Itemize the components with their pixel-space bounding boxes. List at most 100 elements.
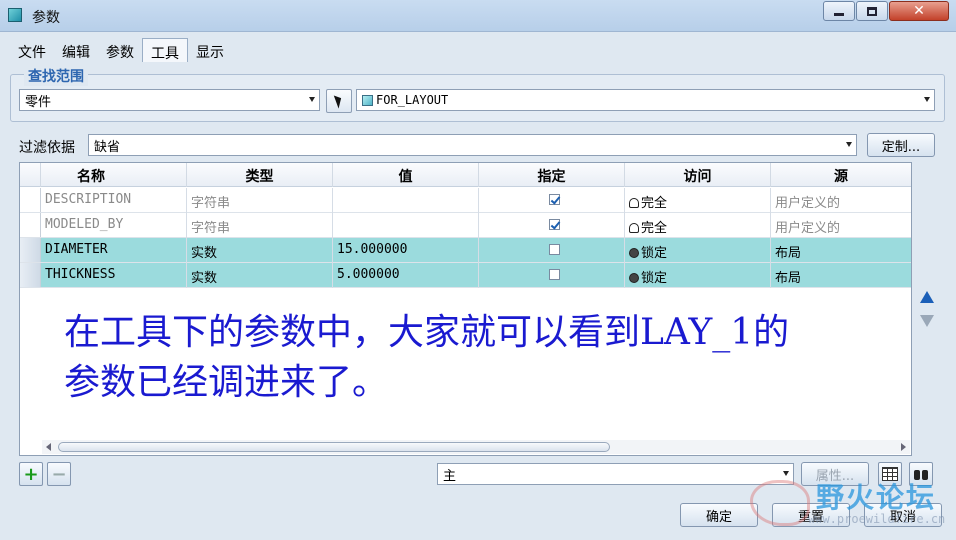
designate-checkbox[interactable] (549, 269, 560, 280)
cell-name[interactable]: DESCRIPTION (41, 188, 187, 213)
scope-object-select[interactable]: FOR_LAYOUT (356, 89, 935, 111)
pointer-icon (333, 93, 345, 109)
access-value: 完全 (641, 221, 668, 236)
cell-designate (479, 213, 625, 238)
scope-type-value: 零件 (25, 94, 52, 110)
cell-designate (479, 238, 625, 263)
menu-edit[interactable]: 编辑 (54, 38, 98, 62)
app-icon (8, 8, 22, 22)
annotation-line-1: 在工具下的参数中，大家就可以看到LAY_1的 (64, 312, 790, 353)
header-source[interactable]: 源 (771, 163, 911, 187)
header-access[interactable]: 访问 (625, 163, 771, 187)
access-value: 锁定 (641, 246, 668, 261)
annotation-line-2: 参数已经调进来了。 (64, 362, 389, 403)
maximize-button[interactable] (856, 1, 888, 21)
table-row[interactable]: DIAMETER 实数 15.000000 锁定 布局 (20, 238, 911, 263)
header-name[interactable]: 名称 (41, 163, 187, 187)
move-down-icon[interactable] (920, 315, 934, 327)
cell-name[interactable]: THICKNESS (41, 263, 187, 288)
filter-label: 过滤依据 (19, 140, 75, 156)
unlock-icon (629, 223, 639, 233)
chevron-down-icon (924, 97, 930, 102)
scroll-left-icon[interactable] (46, 443, 51, 451)
cell-access[interactable]: 锁定 (625, 263, 771, 288)
cell-source[interactable]: 用户定义的 (771, 188, 911, 213)
designate-checkbox[interactable] (549, 244, 560, 255)
cell-name[interactable]: MODELED_BY (41, 213, 187, 238)
cell-access[interactable]: 锁定 (625, 238, 771, 263)
designate-checkbox[interactable] (549, 219, 560, 230)
scope-object-value: FOR_LAYOUT (376, 93, 449, 107)
plus-icon: + (23, 463, 39, 485)
window-title: 参数 (32, 10, 60, 26)
row-header[interactable] (20, 263, 41, 287)
watermark-url: www.proewildfire.cn (808, 512, 946, 526)
access-value: 完全 (641, 196, 668, 211)
row-header[interactable] (20, 213, 41, 237)
watermark-logo-icon (750, 480, 810, 526)
chevron-down-icon (309, 97, 315, 102)
header-type[interactable]: 类型 (187, 163, 333, 187)
cell-value[interactable]: 5.000000 (333, 263, 479, 288)
menu-display[interactable]: 显示 (188, 38, 232, 62)
move-up-icon[interactable] (920, 291, 934, 303)
cell-name[interactable]: DIAMETER (41, 238, 187, 263)
row-header[interactable] (20, 188, 41, 212)
cell-designate (479, 188, 625, 213)
customize-button[interactable]: 定制... (867, 133, 935, 157)
cell-value[interactable]: 15.000000 (333, 238, 479, 263)
watermark: 野火论坛 www.proewildfire.cn (748, 476, 948, 532)
close-button[interactable]: ✕ (889, 1, 949, 21)
menu-file[interactable]: 文件 (10, 38, 54, 62)
remove-parameter-button[interactable]: − (47, 462, 71, 486)
scroll-right-icon[interactable] (901, 443, 906, 451)
lock-icon (629, 248, 639, 258)
cell-designate (479, 263, 625, 288)
row-header[interactable] (20, 238, 41, 262)
lock-icon (629, 273, 639, 283)
cell-source[interactable]: 用户定义的 (771, 213, 911, 238)
table-row[interactable]: THICKNESS 实数 5.000000 锁定 布局 (20, 263, 911, 288)
add-parameter-button[interactable]: + (19, 462, 43, 486)
table-header: 名称 类型 值 指定 访问 源 (20, 163, 911, 187)
header-designate[interactable]: 指定 (479, 163, 625, 187)
scope-type-select[interactable]: 零件 (19, 89, 320, 111)
close-icon: ✕ (913, 3, 925, 19)
menu-tools[interactable]: 工具 (142, 38, 188, 62)
cell-access[interactable]: 完全 (625, 213, 771, 238)
cell-source[interactable]: 布局 (771, 238, 911, 263)
cell-type[interactable]: 字符串 (187, 188, 333, 213)
unlock-icon (629, 198, 639, 208)
cell-access[interactable]: 完全 (625, 188, 771, 213)
cell-type[interactable]: 字符串 (187, 213, 333, 238)
minimize-button[interactable] (823, 1, 855, 21)
cell-type[interactable]: 实数 (187, 263, 333, 288)
select-object-button[interactable] (326, 89, 352, 113)
designate-checkbox[interactable] (549, 194, 560, 205)
cell-type[interactable]: 实数 (187, 238, 333, 263)
cell-value[interactable] (333, 213, 479, 238)
table-row[interactable]: DESCRIPTION 字符串 完全 用户定义的 (20, 188, 911, 213)
ok-button[interactable]: 确定 (680, 503, 758, 527)
annotation-text: 在工具下的参数中，大家就可以看到LAY_1的 参数已经调进来了。 (64, 308, 894, 408)
maximize-icon (867, 6, 877, 16)
watermark-text: 野火论坛 (816, 481, 937, 514)
table-row[interactable]: MODELED_BY 字符串 完全 用户定义的 (20, 213, 911, 238)
horizontal-scrollbar[interactable] (42, 440, 910, 454)
menu-parameters[interactable]: 参数 (98, 38, 142, 62)
chevron-down-icon (846, 142, 852, 147)
main-select-value: 主 (443, 468, 457, 484)
minimize-icon (834, 12, 844, 16)
cell-source[interactable]: 布局 (771, 263, 911, 288)
scroll-thumb[interactable] (58, 442, 610, 452)
main-select[interactable]: 主 (437, 463, 794, 485)
filter-value: 缺省 (94, 139, 121, 155)
part-icon (362, 94, 373, 106)
row-header-corner (20, 163, 41, 187)
header-value[interactable]: 值 (333, 163, 479, 187)
access-value: 锁定 (641, 271, 668, 286)
filter-select[interactable]: 缺省 (88, 134, 857, 156)
cell-value[interactable] (333, 188, 479, 213)
scope-group-title: 查找范围 (24, 66, 88, 86)
title-bar: 参数 ✕ (0, 0, 956, 32)
